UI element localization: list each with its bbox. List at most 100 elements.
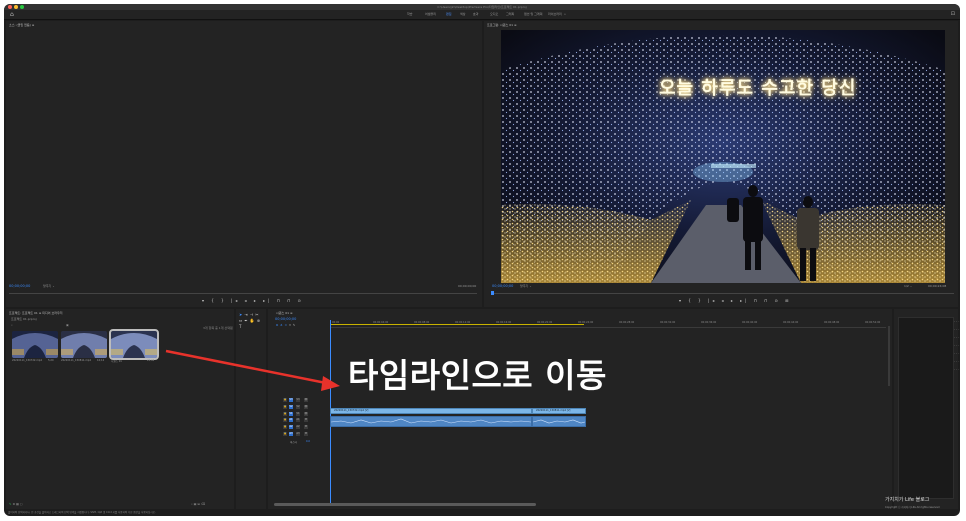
track-target-button[interactable]: V2 [289, 404, 293, 409]
ruler-tick-label: 00;00;16;00 [496, 321, 512, 324]
track-mute-button[interactable]: M [304, 418, 308, 423]
source-monitor-title[interactable]: 소스: (클립 없음) ≡ [9, 23, 34, 27]
annotation-text: 타임라인으로 이동 [348, 356, 607, 395]
video-track-header[interactable]: 🔒 V2 V2 👁 [280, 404, 328, 411]
ruler-tick-label: 00;00;24;00 [578, 321, 594, 324]
work-area-bar[interactable] [330, 324, 584, 325]
audio-track-header[interactable]: 🔒 A1 A1 M [280, 418, 328, 424]
track-target-button[interactable]: V1 [289, 411, 293, 416]
trash-icon[interactable]: ⌫ [201, 502, 205, 506]
freeform-view-icon[interactable]: ▢ [20, 502, 23, 506]
project-clip-thumbnail[interactable] [12, 331, 58, 358]
ruler-tick-label: 00;00;36;00 [701, 321, 717, 324]
program-fit-dropdown[interactable]: 맞추기 ⌄ [520, 284, 532, 288]
project-panel-title[interactable]: 프로젝트: 프로젝트 01 ≡ 미디어 브라우저 [9, 311, 63, 315]
program-timebar[interactable] [492, 293, 954, 294]
workspace-tab[interactable]: 그래픽 [506, 10, 514, 19]
type-tool-icon[interactable]: T [239, 324, 243, 329]
workspace-tab[interactable]: » [564, 10, 566, 19]
workspace-tab[interactable]: 색상 [460, 10, 466, 19]
zoom-tool-icon[interactable]: ⊕ [257, 318, 262, 323]
new-item-icon[interactable]: ⊞ [197, 502, 200, 506]
track-visibility-icon[interactable]: 👁 [304, 404, 308, 409]
timeline-title[interactable]: 시퀀스 01 ≡ [276, 311, 293, 315]
hand-tool-icon[interactable]: ✋ [250, 318, 257, 323]
project-clip-thumbnail[interactable] [61, 331, 107, 358]
audio-waveform [533, 419, 585, 424]
audio-track-header[interactable]: 🔒 A3 A3 M [280, 432, 328, 438]
ruler-tick-label: 00;00;44;00 [783, 321, 799, 324]
list-view-icon[interactable]: ≣ [12, 502, 15, 506]
home-icon[interactable]: ⌂ [10, 11, 14, 18]
project-clip-thumbnail[interactable] [109, 329, 159, 360]
workspace-tab[interactable]: 효과 [473, 10, 479, 19]
track-target-button[interactable]: V3 [289, 398, 293, 402]
new-bin-icon[interactable]: ▣ [66, 323, 69, 327]
program-transport-controls[interactable]: ▾ { } |◂ ◂ ▸ ▸| ⊓ ⊓ ⊙ ⊞ [679, 298, 791, 304]
timeline-vertical-scrollbar[interactable] [888, 326, 890, 386]
video-track-header[interactable]: 🔒 V3 V3 👁 [280, 398, 328, 404]
track-lock-icon[interactable]: 🔒 [283, 411, 287, 416]
track-lock-icon[interactable]: 🔒 [283, 425, 287, 430]
program-monitor-title[interactable]: 프로그램: 시퀀스 01 ≡ [487, 23, 517, 27]
track-lock-icon[interactable]: 🔒 [283, 398, 287, 402]
project-item-count: 3개 항목 중 1개 선택됨 [203, 326, 233, 330]
track-target-button[interactable]: A1 [289, 418, 293, 423]
source-timebar[interactable] [9, 293, 477, 294]
project-search-icon[interactable]: ⌕ [11, 323, 13, 327]
track-lock-icon[interactable]: 🔒 [283, 418, 287, 423]
track-target-button[interactable]: A3 [289, 432, 293, 436]
ruler-tick-label: 00;00;28;00 [619, 321, 635, 324]
master-volume-value[interactable]: 0.0 [306, 440, 310, 443]
audio-track-header[interactable]: 🔒 A2 A2 M [280, 425, 328, 431]
track-mute-button[interactable]: M [304, 425, 308, 430]
workspace-tab[interactable]: 오디오 [490, 10, 498, 19]
master-track-label: 마스터 [290, 441, 297, 444]
source-timecode[interactable]: 00;00;00;00 [9, 284, 30, 288]
razor-tool-icon[interactable]: ✂ [255, 312, 260, 317]
track-name: V3 [296, 398, 300, 402]
program-zoom-dropdown[interactable]: 1/2 ⌄ [904, 284, 912, 288]
track-name: V2 [296, 404, 300, 409]
audio-waveform [331, 418, 531, 424]
ruler-tick-label: 00;00 [332, 321, 340, 324]
source-transport-controls[interactable]: ▾ { } |◂ ◂ ▸ ▸| ⊓ ⊓ ⊙ [202, 298, 304, 304]
program-playhead-marker[interactable] [491, 291, 494, 295]
light-tunnel-image [501, 30, 945, 283]
ruler-tick-label: 00;00;32;00 [660, 321, 676, 324]
quick-export-icon[interactable]: ⊡ [951, 11, 955, 17]
workspace-tab[interactable]: 편집 [446, 10, 452, 19]
track-lock-icon[interactable]: 🔒 [283, 432, 287, 436]
workspace-tab[interactable]: 어셈블리 [425, 10, 436, 19]
video-caption-text: 오늘 하루도 수고한 당신 [659, 78, 857, 99]
status-bar: 클릭하여 선택하거나, 빈 공간을 클릭하고 드래그하여 선택 영역을 지정합니… [8, 511, 156, 514]
project-bottom-right-tools: ⌕ ▣ ⊞ ⌫ [191, 502, 205, 506]
workspace-tab[interactable]: 캡션 및 그래픽 [524, 10, 542, 19]
program-timecode[interactable]: 00;00;00;00 [492, 284, 513, 288]
clip-preview-image [12, 331, 58, 358]
source-fit-dropdown[interactable]: 맞추기 ⌄ [43, 284, 55, 288]
track-target-button[interactable]: A2 [289, 425, 293, 430]
icon-view-icon[interactable]: ▦ [16, 502, 19, 506]
timeline-video-clip[interactable]: 20220111_150722.mp4 [V] [330, 408, 532, 414]
tools-panel: ➤⇥⊣✂ ⇔✒✋⊕ T [236, 309, 266, 509]
watermark-copyright: Copyright ⓒ 가지치기 Life All rights reserve… [885, 506, 940, 509]
workspace-tab[interactable]: 라이브러리 [548, 10, 562, 19]
find-icon[interactable]: ⌕ [191, 502, 193, 506]
timeline-horizontal-scrollbar[interactable] [274, 503, 536, 506]
ruler-tick-label: 00;00;20;00 [537, 321, 553, 324]
workspace-tab[interactable]: 학습 [407, 10, 413, 19]
ruler-tick-label: 00;00;48;00 [824, 321, 840, 324]
timeline-settings-icon[interactable]: ✎ [293, 323, 298, 327]
program-video-frame[interactable]: 오늘 하루도 수고한 당신 [501, 30, 945, 283]
track-visibility-icon[interactable]: 👁 [304, 411, 308, 416]
track-name: A1 [296, 418, 300, 423]
track-lock-icon[interactable]: 🔒 [283, 404, 287, 409]
timeline-video-clip[interactable]: 20220111_150811.mp4 [V] [532, 408, 586, 414]
track-visibility-icon[interactable]: 👁 [304, 398, 308, 402]
timeline-timecode[interactable]: 00;00;00;00 [275, 317, 296, 321]
video-track-header[interactable]: 🔒 V1 V1 👁 [280, 411, 328, 418]
track-mute-button[interactable]: M [304, 432, 308, 436]
timeline-audio-clip[interactable] [330, 416, 532, 427]
timeline-audio-clip[interactable] [532, 416, 586, 427]
